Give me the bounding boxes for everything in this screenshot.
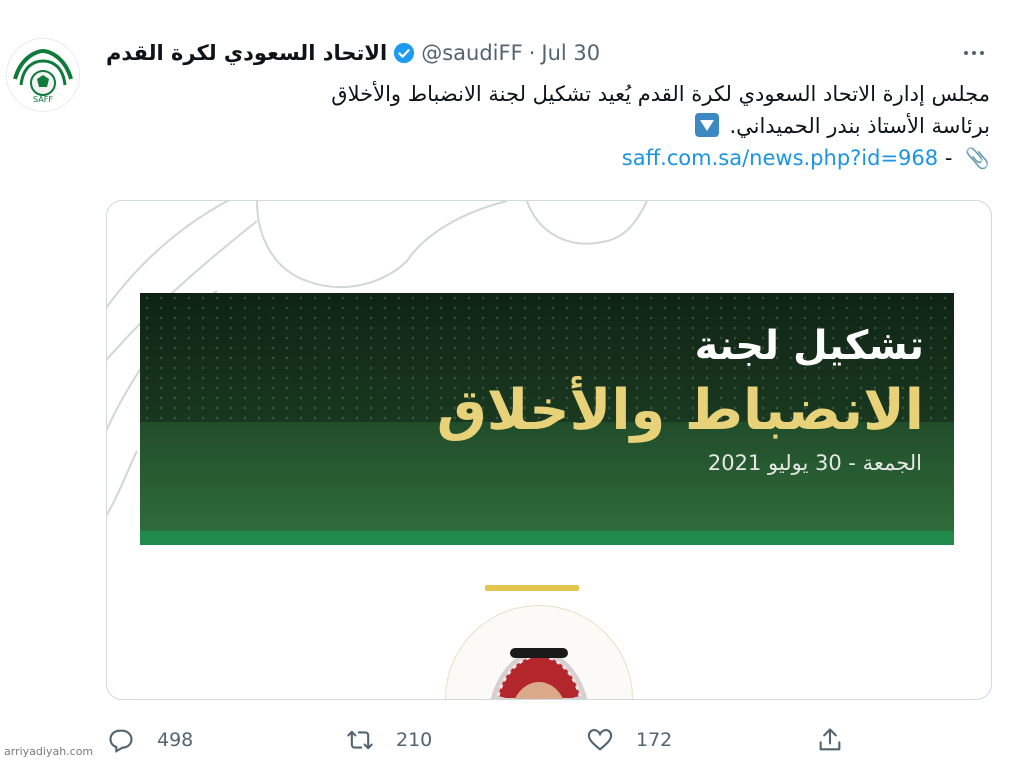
- tweet-text-line-1: مجلس إدارة الاتحاد السعودي لكرة القدم يُ…: [331, 82, 990, 106]
- tweet-actions: 498 210 172: [0, 720, 1024, 760]
- retweet-count: 210: [396, 729, 433, 751]
- reply-button[interactable]: 498: [107, 720, 193, 760]
- more-icon[interactable]: [956, 40, 992, 66]
- display-name[interactable]: الاتحاد السعودي لكرة القدم: [106, 41, 387, 65]
- announcement-banner: تشكيل لجنة الانضباط والأخلاق الجمعة - 30…: [140, 293, 954, 545]
- tweet-text: مجلس إدارة الاتحاد السعودي لكرة القدم يُ…: [106, 78, 990, 174]
- banner-title: تشكيل لجنة: [694, 323, 924, 369]
- down-arrow-emoji-icon: [694, 113, 719, 137]
- like-count: 172: [636, 729, 673, 751]
- tweet-link[interactable]: saff.com.sa/news.php?id=968: [622, 146, 938, 170]
- separator-dot: ·: [528, 41, 536, 65]
- verified-badge-icon: [394, 42, 415, 64]
- svg-text:SAFF: SAFF: [33, 95, 53, 104]
- retweet-icon: [347, 730, 373, 750]
- like-icon: [587, 729, 613, 751]
- reply-icon: [109, 729, 133, 753]
- banner-date: الجمعة - 30 يوليو 2021: [707, 451, 922, 475]
- banner-green-stripe: [140, 531, 954, 545]
- media-card[interactable]: تشكيل لجنة الانضباط والأخلاق الجمعة - 30…: [106, 200, 992, 700]
- reply-count: 498: [157, 729, 194, 751]
- like-button[interactable]: 172: [586, 720, 672, 760]
- watermark: arriyadiyah.com: [4, 745, 94, 758]
- paperclip-icon: 📎: [965, 146, 990, 170]
- saff-logo: SAFF: [7, 39, 79, 111]
- banner-subtitle: الانضباط والأخلاق: [436, 378, 924, 443]
- gold-divider: [485, 585, 579, 591]
- share-button[interactable]: [816, 720, 844, 760]
- tweet-date[interactable]: Jul 30: [541, 41, 600, 65]
- tweet-link-line: saff.com.sa/news.php?id=968 - 📎: [106, 142, 990, 174]
- link-prefix: -: [944, 146, 953, 170]
- handle[interactable]: @saudiFF: [421, 41, 522, 65]
- share-icon: [819, 728, 841, 751]
- tweet-text-line-2: برئاسة الأستاذ بندر الحميداني.: [106, 110, 990, 142]
- avatar[interactable]: SAFF: [6, 38, 80, 112]
- tweet-header: الاتحاد السعودي لكرة القدم @saudiFF · Ju…: [106, 37, 632, 69]
- tweet-text-line-2-text: برئاسة الأستاذ بندر الحميداني.: [729, 114, 990, 138]
- retweet-button[interactable]: 210: [346, 720, 432, 760]
